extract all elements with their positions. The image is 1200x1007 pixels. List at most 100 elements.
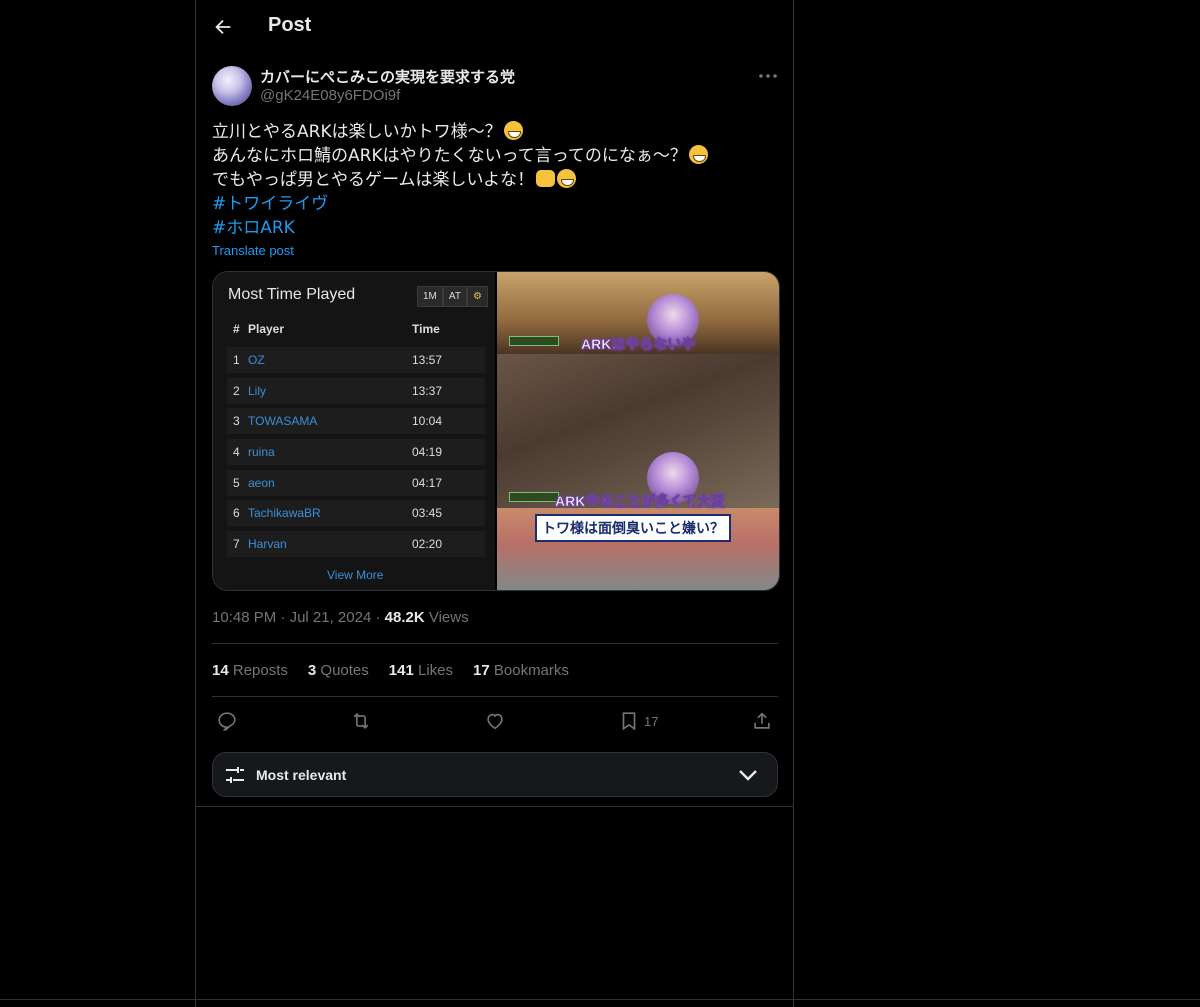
rank: 4 [233, 445, 240, 459]
video-subtitle: ARKやることが多くて大変 [555, 493, 726, 510]
share-button[interactable] [751, 710, 773, 732]
share-icon [754, 712, 770, 729]
video-caption: トワ様は面倒臭いこと嫌い？ [535, 514, 731, 542]
play-time: 13:57 [412, 353, 443, 367]
meta-separator: · [375, 609, 381, 626]
hud-bar [509, 492, 559, 502]
filter-at: AT [442, 286, 467, 307]
quotes-count: 3 [307, 662, 317, 679]
leaderboard-row: 2 Lily 13:37 [227, 378, 485, 404]
likes-stat[interactable]: 141 Likes [389, 662, 453, 679]
hashtag-link[interactable]: #トワイライヴ [212, 194, 328, 214]
play-time: 13:37 [412, 384, 443, 398]
likes-label: Likes [417, 662, 454, 679]
leaderboard-row: 5 aeon 04:17 [227, 470, 485, 496]
video-frame-2 [497, 354, 779, 508]
bookmarks-label: Bookmarks [493, 662, 569, 679]
reposts-label: Reposts [232, 662, 288, 679]
leaderboard-row: 6 TachikawaBR 03:45 [227, 500, 485, 526]
leaderboard-filter-buttons: 1M AT ⚙ [417, 286, 488, 307]
reposts-stat[interactable]: 14 Reposts [212, 662, 288, 679]
likes-count: 141 [388, 662, 414, 679]
play-time: 04:19 [412, 445, 443, 459]
page-title: Post [268, 14, 312, 36]
rank: 1 [233, 353, 240, 367]
leaderboard-row: 1 OZ 13:57 [227, 347, 485, 373]
player-name: Harvan [248, 537, 287, 551]
divider [212, 643, 778, 644]
divider [212, 696, 778, 697]
video-collage-image: ARKはやらないや ARKやることが多くて大変 トワ様は面倒臭いこと嫌い？ [497, 272, 779, 590]
more-options-icon[interactable] [756, 66, 780, 86]
play-time: 02:20 [412, 537, 443, 551]
play-time: 04:17 [412, 476, 443, 490]
quotes-stat[interactable]: 3 Quotes [308, 662, 369, 679]
player-name: TOWASAMA [248, 414, 318, 428]
rank: 2 [233, 384, 240, 398]
gear-icon: ⚙ [466, 286, 488, 307]
fist-emoji-icon [536, 170, 556, 187]
col-rank: # [233, 322, 240, 336]
bookmark-count: 17 [644, 714, 659, 729]
column-bottom-divider [195, 806, 794, 807]
views-count: 48.2K [384, 609, 425, 626]
reposts-count: 14 [212, 662, 229, 679]
engagement-stats: 14 Reposts 3 Quotes 141 Likes 17 Bookmar… [212, 662, 569, 679]
view-more-link: View More [327, 568, 384, 582]
player-name: TachikawaBR [248, 506, 321, 520]
bookmarks-stat[interactable]: 17 Bookmarks [473, 662, 569, 679]
repost-button[interactable] [350, 710, 372, 732]
col-time: Time [412, 322, 440, 336]
post-time[interactable]: 10:48 PM [212, 609, 276, 626]
filter-1m: 1M [417, 286, 443, 307]
rank: 7 [233, 537, 240, 551]
post-meta: 10:48 PM · Jul 21, 2024 · 48.2K Views [212, 609, 469, 626]
rank: 6 [233, 506, 240, 520]
translate-post-link[interactable]: Translate post [212, 243, 294, 258]
sort-label: Most relevant [256, 767, 347, 783]
hashtag-link[interactable]: #ホロARK [212, 218, 295, 238]
bookmark-icon [622, 712, 636, 731]
sliders-icon [226, 767, 244, 783]
leaderboard-image: Most Time Played 1M AT ⚙ # Player Time 1… [213, 272, 497, 590]
rank: 3 [233, 414, 240, 428]
reply-button[interactable] [216, 710, 238, 732]
hud-bar [509, 336, 559, 346]
page-bottom-divider [0, 999, 1200, 1000]
post-text: 立川とやるARKは楽しいかトワ様〜？ あんなにホロ鯖のARKはやりたくないって言… [212, 120, 777, 240]
video-subtitle: ARKはやらないや [581, 336, 696, 353]
bookmarks-count: 17 [473, 662, 490, 679]
author-display-name[interactable]: カバーにぺこみこの実現を要求する党 [260, 66, 515, 87]
col-player: Player [248, 322, 285, 336]
leaderboard-row: 4 ruina 04:19 [227, 439, 485, 465]
reply-sort-dropdown[interactable]: Most relevant [212, 752, 778, 797]
post-line-3: でもやっぱ男とやるゲームは楽しいよな！ [212, 170, 535, 190]
header: Post [196, 0, 793, 54]
grinning-emoji-icon [688, 145, 708, 164]
reply-icon [218, 712, 236, 731]
avatar[interactable] [212, 66, 252, 106]
bookmark-button[interactable] [618, 710, 640, 732]
timeline-column: Post カバーにぺこみこの実現を要求する党 @gK24E08y6FDOi9f … [195, 0, 794, 1007]
views-label: Views [428, 609, 469, 626]
heart-icon [487, 713, 503, 730]
grinning-emoji-icon [557, 169, 577, 188]
post-date[interactable]: Jul 21, 2024 [290, 609, 372, 626]
repost-icon [353, 712, 369, 730]
quotes-label: Quotes [320, 662, 369, 679]
grinning-emoji-icon [503, 121, 523, 140]
play-time: 10:04 [412, 414, 443, 428]
back-arrow-icon[interactable] [212, 16, 234, 38]
meta-separator: · [280, 609, 286, 626]
player-name: aeon [248, 476, 275, 490]
post-media[interactable]: Most Time Played 1M AT ⚙ # Player Time 1… [212, 271, 780, 591]
player-name: Lily [248, 384, 267, 398]
player-name: ruina [248, 445, 275, 459]
post-line-2: あんなにホロ鯖のARKはやりたくないって言ってのになぁ〜？ [212, 146, 687, 166]
like-button[interactable] [484, 710, 506, 732]
leaderboard-row: 7 Harvan 02:20 [227, 531, 485, 557]
author-handle[interactable]: @gK24E08y6FDOi9f [260, 87, 400, 104]
player-name: OZ [248, 353, 265, 367]
post-line-1: 立川とやるARKは楽しいかトワ様〜？ [212, 122, 502, 142]
leaderboard-title: Most Time Played [228, 286, 356, 303]
